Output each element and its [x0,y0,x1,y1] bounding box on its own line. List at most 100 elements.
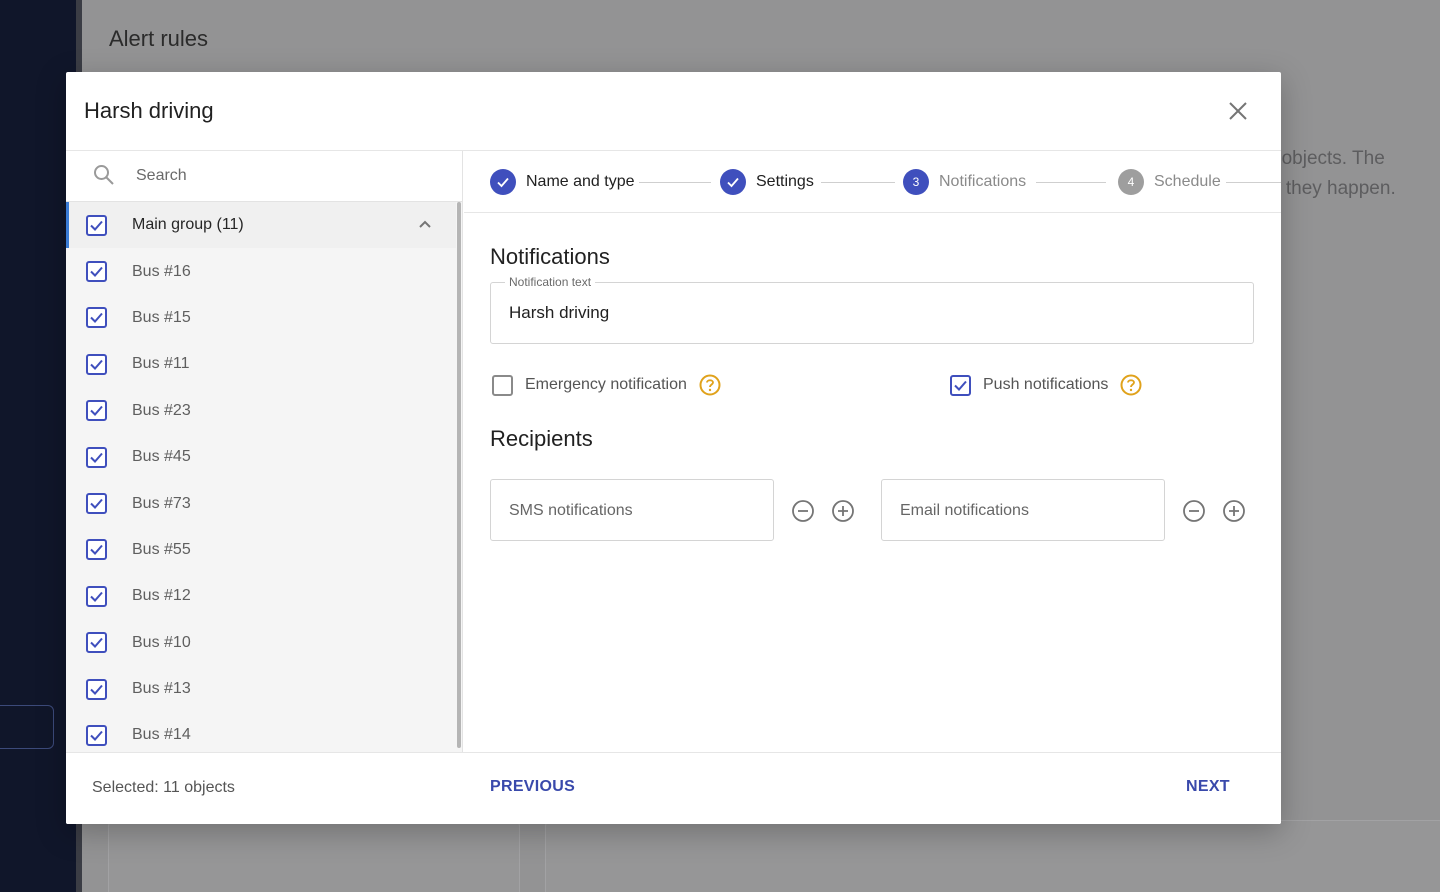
step-label: Name and type [526,173,635,190]
wizard-stepper: Name and type Settings 3 Notifications 4… [464,151,1281,213]
checkbox-checked-icon[interactable] [86,678,107,700]
checkbox-checked-icon[interactable] [950,374,971,396]
step-label: Notifications [939,173,1027,190]
object-label: Bus #45 [132,448,191,466]
step-connector [1036,182,1106,183]
section-heading-notifications: Notifications [490,244,610,269]
scrollbar-thumb[interactable] [457,202,461,748]
checkbox-checked-icon[interactable] [86,632,107,654]
checkbox-checked-icon[interactable] [86,261,107,283]
object-row[interactable]: Bus #45 [66,434,456,480]
sms-recipients-field[interactable] [490,479,774,541]
background-card [108,820,520,892]
object-row[interactable]: Bus #16 [66,248,456,294]
search-input[interactable] [136,161,436,191]
object-row[interactable]: Bus #13 [66,666,456,712]
object-label: Bus #23 [132,401,191,419]
checkbox-label: Push notifications [983,376,1109,393]
step-schedule[interactable]: 4 Schedule [1118,169,1221,195]
notification-text-input[interactable] [509,300,1229,326]
object-row[interactable]: Bus #23 [66,388,456,434]
notifications-form: Notifications Notification text Emergenc… [464,214,1281,752]
add-email-icon[interactable] [1222,499,1246,523]
email-recipients-field[interactable] [881,479,1165,541]
checkbox-checked-icon[interactable] [86,307,107,329]
checkbox-checked-icon[interactable] [86,724,107,746]
field-label: Notification text [505,275,596,289]
object-row[interactable]: Bus #12 [66,573,456,619]
notification-text-field[interactable]: Notification text [490,275,1254,344]
object-tree: Main group (11) Bus #16 Bus #15 Bus #11 Bus… [66,202,456,752]
object-list-scrollbar[interactable] [455,202,462,752]
step-done-icon [490,169,516,195]
checkbox-checked-icon[interactable] [86,446,107,468]
checkbox-checked-icon[interactable] [86,585,107,607]
step-done-icon [720,169,746,195]
object-row[interactable]: Bus #73 [66,480,456,526]
object-search [66,151,462,202]
remove-sms-icon[interactable] [791,499,815,523]
object-row[interactable]: Bus #15 [66,295,456,341]
object-label: Bus #10 [132,633,191,651]
help-icon[interactable] [699,374,721,396]
page-description-line: r objects. The [1280,148,1385,169]
help-icon[interactable] [1120,374,1142,396]
sms-input[interactable] [509,498,749,524]
object-label: Bus #14 [132,726,191,744]
object-row[interactable]: Bus #14 [66,712,456,752]
email-input[interactable] [900,498,1140,524]
step-connector [639,182,711,183]
background-card [545,820,1440,892]
sidebar-button[interactable] [0,705,54,749]
step-number: 3 [903,169,929,195]
object-row[interactable]: Bus #10 [66,620,456,666]
group-label: Main group (11) [132,216,244,234]
checkbox-checked-icon[interactable] [86,493,107,515]
group-row-main[interactable]: Main group (11) [66,202,456,249]
selected-count: Selected: 11 objects [92,779,235,796]
object-label: Bus #15 [132,308,191,326]
object-label: Bus #16 [132,262,191,280]
emergency-notification-option[interactable]: Emergency notification [492,374,721,396]
object-label: Bus #73 [132,494,191,512]
checkbox-unchecked-icon[interactable] [492,374,513,396]
previous-button[interactable]: PREVIOUS [490,778,575,796]
step-number: 4 [1118,169,1144,195]
page-description-line: e they happen. [1280,178,1396,199]
search-icon [94,165,114,185]
object-row[interactable]: Bus #11 [66,341,456,387]
dialog-footer: Selected: 11 objects PREVIOUS NEXT [66,752,1281,824]
checkbox-checked-icon[interactable] [86,400,107,422]
step-notifications[interactable]: 3 Notifications [903,169,1026,195]
alert-rule-dialog: Harsh driving Main group (11) [66,72,1281,824]
object-label: Bus #55 [132,540,191,558]
step-name-and-type[interactable]: Name and type [490,169,635,195]
step-connector [1226,182,1281,183]
dialog-header: Harsh driving [66,72,1281,151]
object-list-panel: Main group (11) Bus #16 Bus #15 Bus #11 Bus… [66,151,463,752]
dialog-title: Harsh driving [84,98,214,123]
section-heading-recipients: Recipients [490,426,593,451]
checkbox-checked-icon[interactable] [86,353,107,375]
page-title: Alert rules [109,26,209,51]
check-icon [497,177,509,188]
chevron-up-icon[interactable] [416,216,434,234]
close-icon[interactable] [1225,98,1251,124]
page-description: r objects. The e they happen. [1280,144,1440,204]
step-settings[interactable]: Settings [720,169,814,195]
add-sms-icon[interactable] [831,499,855,523]
push-notification-option[interactable]: Push notifications [950,374,1142,396]
remove-email-icon[interactable] [1182,499,1206,523]
object-row[interactable]: Bus #55 [66,527,456,573]
object-label: Bus #13 [132,680,191,698]
checkbox-label: Emergency notification [525,376,687,393]
step-label: Schedule [1154,173,1221,190]
checkbox-checked-icon[interactable] [86,539,107,561]
next-button[interactable]: NEXT [1186,778,1230,796]
check-icon [727,177,739,188]
step-label: Settings [756,173,814,190]
step-connector [821,182,895,183]
checkbox-checked-icon[interactable] [86,214,107,236]
object-label: Bus #11 [132,355,190,373]
object-label: Bus #12 [132,587,191,605]
